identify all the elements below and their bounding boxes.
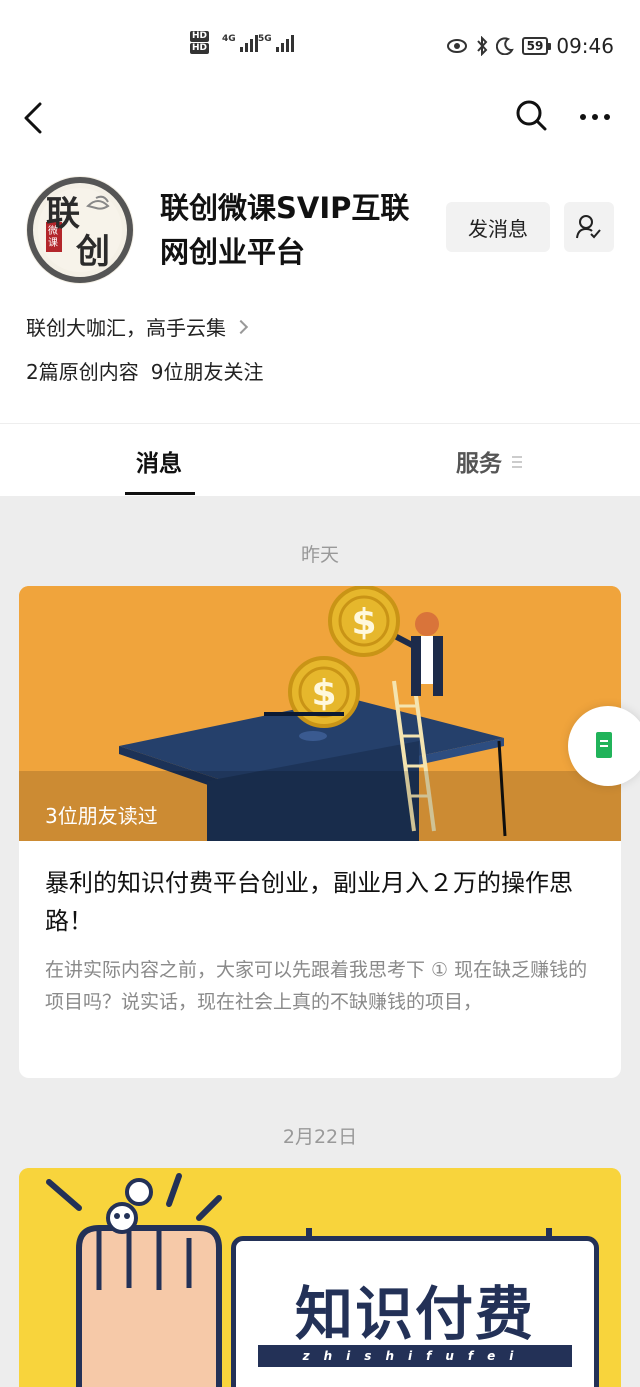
chevron-right-icon: [233, 319, 249, 334]
avatar-text-bottom: 创: [76, 232, 110, 272]
account-profile: 联 创 微课 联创微课SVIP互联网创业平台 发消息 联创大咖汇，高手云集 2篇…: [0, 158, 640, 423]
active-tab-indicator: [125, 492, 195, 495]
top-nav: [0, 78, 640, 158]
search-icon[interactable]: [514, 98, 548, 132]
account-description[interactable]: 联创大咖汇，高手云集: [26, 312, 249, 341]
floating-side-button[interactable]: [568, 706, 640, 786]
original-count: 2篇原创内容: [26, 360, 139, 384]
document-icon: [596, 732, 612, 758]
menu-icon: [512, 456, 522, 471]
signal-icon-2: 5G: [258, 34, 294, 52]
clock: 09:46: [556, 34, 614, 58]
user-check-icon: [576, 215, 601, 239]
date-label: 昨天: [300, 544, 339, 566]
more-icon[interactable]: [578, 102, 612, 132]
cover-sign-board: 知识付费 zhishifufei: [231, 1236, 599, 1387]
tab-services[interactable]: 服务: [456, 444, 502, 478]
follow-button[interactable]: [564, 202, 614, 252]
cover-subtitle: zhishifufei: [258, 1345, 572, 1367]
account-stats: 2篇原创内容 9位朋友关注: [26, 356, 263, 385]
network1-label: 4G: [222, 34, 236, 44]
account-name: 联创微课SVIP互联网创业平台: [160, 191, 410, 269]
signal-icon: 4G: [222, 34, 258, 52]
article-card-2[interactable]: 知识付费 zhishifufei: [19, 1168, 621, 1387]
status-bar: HD HD 4G 5G 59 09:46: [0, 0, 640, 78]
sim2-label: HD: [190, 43, 210, 54]
moon-icon: [495, 37, 514, 55]
article-summary: 在讲实际内容之前，大家可以先跟着我思考下 ① 现在缺乏赚钱的项目吗？说实话，现在…: [45, 959, 588, 1013]
sim1-label: HD: [190, 31, 210, 42]
friends-following[interactable]: 9位朋友关注: [151, 356, 264, 385]
date-label-2: 2月22日: [282, 1126, 358, 1148]
description-text: 联创大咖汇，高手云集: [26, 316, 226, 340]
battery-icon: 59: [521, 37, 552, 55]
back-icon[interactable]: [20, 100, 50, 136]
network2-label: 5G: [258, 34, 272, 44]
cover-title: 知识付费: [294, 1280, 535, 1348]
svg-text:$: $: [351, 602, 376, 643]
tab-messages[interactable]: 消息: [136, 444, 182, 478]
avatar[interactable]: 联 创 微课: [26, 176, 134, 284]
svg-text:$: $: [311, 673, 336, 714]
article-card[interactable]: $ $ 3位朋友读过 暴利的知识付费平台创业，副业月入２万的操作思路！ 在讲实际…: [19, 586, 621, 1078]
avatar-text-small: 微课: [48, 226, 58, 249]
status-right: 59 09:46: [446, 34, 614, 58]
article-title[interactable]: 暴利的知识付费平台创业，副业月入２万的操作思路！: [45, 864, 605, 940]
article-cover-image: $ $ 3位朋友读过: [19, 586, 621, 841]
bluetooth-icon: [476, 36, 488, 56]
sim-indicator: HD HD: [190, 30, 210, 54]
eye-icon: [446, 39, 467, 53]
tab-bar: 消息 服务: [0, 423, 640, 496]
send-message-button[interactable]: 发消息: [446, 202, 550, 252]
friends-read-label: 3位朋友读过: [45, 804, 158, 828]
